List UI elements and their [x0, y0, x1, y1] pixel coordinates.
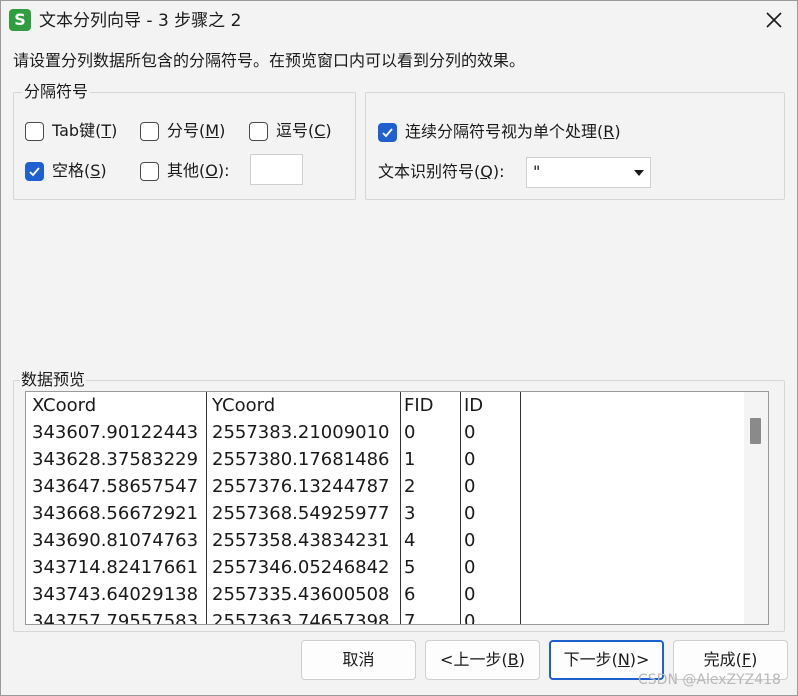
preview-cell: 3 [404, 503, 416, 524]
preview-cell: 343607.90122443 [32, 422, 199, 443]
preview-cell: 2557363.74657398 [212, 611, 390, 624]
comma-checkbox[interactable]: 逗号(C) [249, 120, 332, 142]
preview-column-header: YCoord [212, 395, 276, 416]
preview-cell: 2557358.43834231 [212, 530, 390, 551]
preview-cell: 0 [404, 422, 416, 443]
title-bar: S 文本分列向导 - 3 步骤之 2 [1, 1, 797, 41]
preview-cell: 7 [404, 611, 416, 624]
preview-cell: 0 [464, 449, 476, 470]
preview-cell: 2557383.21009010 [212, 422, 390, 443]
delimiters-group: 分隔符号 [13, 83, 356, 200]
semicolon-checkbox[interactable]: 分号(M) [140, 120, 225, 142]
preview-column-separator[interactable] [400, 392, 401, 624]
preview-column-header: XCoord [32, 395, 97, 416]
comma-checkbox-box[interactable] [249, 121, 268, 141]
tab-checkbox-label: Tab键(T) [52, 121, 118, 140]
preview-cell: 5 [404, 557, 416, 578]
preview-cell: 4 [404, 530, 416, 551]
tab-checkbox[interactable]: Tab键(T) [25, 120, 117, 142]
preview-cell: 343668.56672921 [32, 503, 199, 524]
data-preview-pane[interactable]: XCoord YCoord FID ID 343607.90122443 2557383.… [25, 391, 769, 625]
checkmark-icon [382, 127, 393, 137]
preview-cell: 0 [464, 422, 476, 443]
preview-cell: 343757.79557583 [32, 611, 199, 624]
preview-column-separator[interactable] [520, 392, 521, 624]
space-checkbox-box[interactable] [25, 161, 44, 181]
text-qualifier-value: " [533, 162, 541, 181]
preview-cell: 2557346.05246842 [212, 557, 390, 578]
preview-cell: 6 [404, 584, 416, 605]
preview-cell: 1 [404, 449, 416, 470]
preview-cell: 343690.81074763 [32, 530, 199, 551]
preview-cell: 0 [464, 476, 476, 497]
vertical-scrollbar[interactable] [744, 392, 768, 624]
consecutive-checkbox-label: 连续分隔符号视为单个处理(R) [405, 122, 621, 141]
close-button[interactable] [761, 7, 787, 33]
preview-cell: 343714.82417661 [32, 557, 199, 578]
tab-checkbox-box[interactable] [25, 121, 44, 141]
spreadsheet-app-icon: S [9, 9, 31, 31]
space-checkbox-label: 空格(S) [52, 161, 107, 180]
delimiters-legend: 分隔符号 [22, 82, 91, 101]
other-delimiter-input[interactable] [250, 154, 303, 185]
preview-cell: 0 [464, 530, 476, 551]
comma-checkbox-label: 逗号(C) [276, 121, 332, 140]
preview-cell: 0 [464, 557, 476, 578]
other-checkbox-box[interactable] [140, 161, 159, 181]
preview-column-separator[interactable] [460, 392, 461, 624]
consecutive-delimiters-checkbox[interactable]: 连续分隔符号视为单个处理(R) [378, 121, 621, 143]
watermark-text: CSDN @AlexZYZ418 [638, 672, 781, 688]
preview-cell: 2557335.43600508 [212, 584, 390, 605]
preview-column-header: FID [404, 395, 434, 416]
other-checkbox-label: 其他(O): [167, 161, 230, 180]
preview-cell: 0 [464, 584, 476, 605]
semicolon-checkbox-box[interactable] [140, 121, 159, 141]
instruction-text: 请设置分列数据所包含的分隔符号。在预览窗口内可以看到分列的效果。 [13, 51, 526, 70]
preview-column-header: ID [464, 395, 484, 416]
preview-cell: 2557368.54925977 [212, 503, 390, 524]
preview-column-separator[interactable] [206, 392, 207, 624]
scrollbar-thumb[interactable] [750, 418, 761, 444]
preview-table: XCoord YCoord FID ID 343607.90122443 2557383.… [26, 392, 746, 624]
cancel-button[interactable]: 取消 [301, 640, 416, 680]
checkmark-icon [29, 166, 40, 176]
text-qualifier-label: 文本识别符号(Q): [378, 162, 505, 181]
text-qualifier-select[interactable]: " [526, 157, 651, 188]
preview-cell: 0 [464, 503, 476, 524]
back-button[interactable]: <上一步(B) [425, 640, 540, 680]
preview-cell: 2557376.13244787 [212, 476, 390, 497]
dialog-title: 文本分列向导 - 3 步骤之 2 [39, 11, 242, 31]
dropdown-arrow-icon [634, 170, 644, 176]
preview-cell: 0 [464, 611, 476, 624]
close-icon [766, 12, 782, 28]
preview-cell: 343647.58657547 [32, 476, 199, 497]
space-checkbox[interactable]: 空格(S) [25, 160, 107, 182]
preview-cell: 343628.37583229 [32, 449, 199, 470]
other-checkbox[interactable]: 其他(O): [140, 160, 229, 182]
consecutive-checkbox-box[interactable] [378, 122, 397, 142]
preview-cell: 343743.64029138 [32, 584, 199, 605]
text-to-columns-dialog: S 文本分列向导 - 3 步骤之 2 请设置分列数据所包含的分隔符号。在预览窗口… [0, 0, 798, 696]
data-preview-label: 数据预览 [20, 370, 87, 390]
semicolon-checkbox-label: 分号(M) [167, 121, 226, 140]
preview-cell: 2557380.17681486 [212, 449, 390, 470]
preview-cell: 2 [404, 476, 416, 497]
